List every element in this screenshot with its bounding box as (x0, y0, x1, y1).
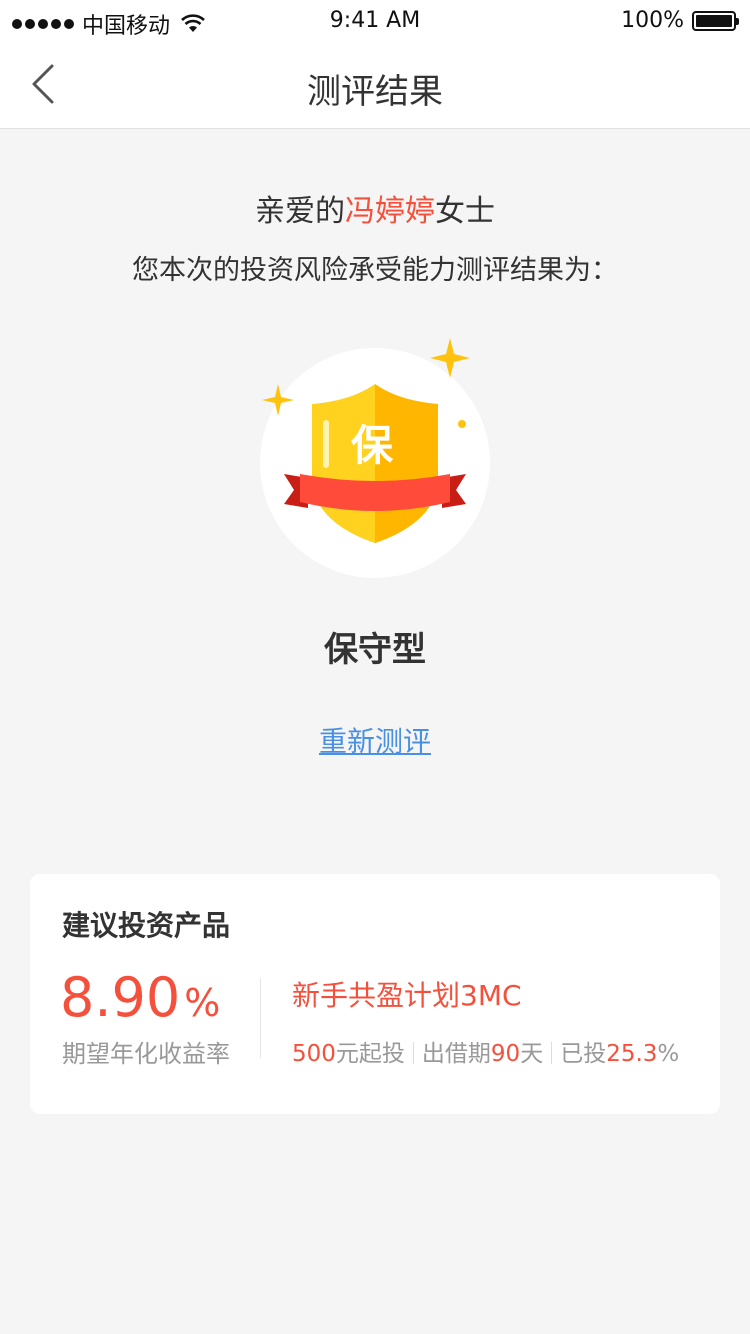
battery-icon (692, 10, 739, 31)
rate-unit: % (184, 981, 221, 1025)
status-bar: 中国移动 9:41 AM 100% (0, 0, 750, 40)
recommended-product-card[interactable]: 建议投资产品 8.90% 期望年化收益率 新手共盈计划3MC 500元起投 出借期… (30, 874, 720, 1114)
product-meta: 500元起投 出借期90天 已投25.3% (292, 1034, 679, 1068)
card-title: 建议投资产品 (62, 909, 231, 942)
divider (412, 1042, 414, 1064)
invested-value: 25.3 (606, 1041, 658, 1067)
divider (551, 1042, 553, 1064)
nav-bar: 测评结果 (0, 40, 750, 129)
risk-type-label: 保守型 (324, 630, 426, 670)
min-amount-value: 500 (292, 1041, 336, 1067)
divider (260, 978, 261, 1058)
user-name: 冯婷婷 (345, 194, 435, 229)
result-intro: 您本次的投资风险承受能力测评结果为： (132, 255, 618, 286)
greeting-prefix: 亲爱的 (255, 194, 345, 229)
badge-char: 保 (351, 421, 394, 470)
rate-value: 8.90 (60, 966, 181, 1029)
status-right: 100% (621, 8, 739, 33)
product-name: 新手共盈计划3MC (292, 979, 522, 1012)
conservative-shield-badge: 保 (260, 338, 490, 578)
greeting-suffix: 女士 (435, 194, 495, 229)
min-amount-suffix: 元起投 (335, 1041, 405, 1067)
rate-label: 期望年化收益率 (62, 1040, 230, 1068)
page-title: 测评结果 (307, 72, 443, 112)
period-suffix: 天 (520, 1041, 544, 1067)
period-prefix: 出借期 (421, 1041, 491, 1067)
expected-rate: 8.90% (60, 966, 220, 1029)
invested-prefix: 已投 (560, 1041, 607, 1067)
greeting: 亲爱的冯婷婷女士 (0, 186, 750, 230)
retest-link[interactable]: 重新测评 (0, 720, 750, 760)
battery-label: 100% (621, 8, 684, 33)
invested-unit: % (657, 1041, 680, 1067)
period-value: 90 (490, 1041, 521, 1067)
